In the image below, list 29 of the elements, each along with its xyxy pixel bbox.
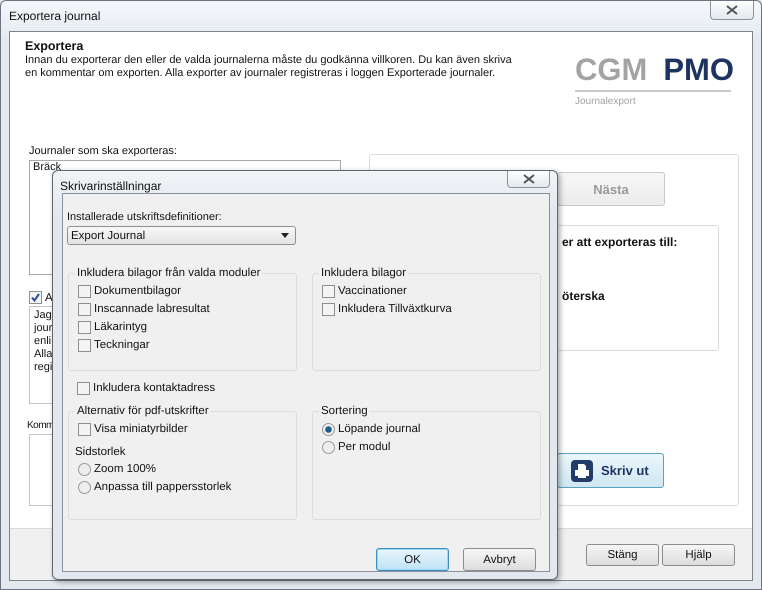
journals-label: Journaler som ska exporteras: [29, 145, 178, 157]
option-label: Vaccinationer [338, 285, 407, 297]
destination-option: öterska [562, 289, 718, 303]
window-title: Exportera journal [8, 8, 100, 23]
page-size-label: Sidstorlek [75, 446, 126, 458]
option-label: Läkarintyg [94, 321, 148, 333]
definitions-label: Installerade utskriftsdefinitioner: [67, 211, 223, 223]
logo-subtitle: Journalexport [575, 96, 637, 107]
option-label: Visa miniatyrbilder [94, 423, 188, 435]
option-label: Dokumentbilagor [94, 285, 181, 297]
option-label: Inscannade labresultat [94, 303, 210, 315]
header-description: Innan du exporterar den eller de valda journalerna måste du godkänna villkoren. Du kan även skriva en kommentar om exporten. Alla exporter av journaler registreras i loggen Exporterade journaler. [25, 54, 513, 80]
dialog-title: Skrivarinställningar [59, 178, 162, 193]
option-label: Inkludera Tillväxtkurva [338, 303, 452, 315]
option-label: Teckningar [94, 339, 150, 351]
logo-text: PMO [663, 52, 734, 88]
group-title: Alternativ för pdf-utskrifter [75, 405, 211, 417]
option-label: Zoom 100% [94, 463, 156, 475]
agreement-label: A [45, 292, 53, 304]
destination-heading: er att exporteras till: [562, 235, 678, 249]
option-label: Anpassa till pappersstorlek [94, 481, 232, 493]
group-title: Inkludera bilagor [319, 267, 408, 279]
group-title: Sortering [319, 405, 370, 417]
logo-text: CGM [575, 52, 648, 88]
option-label: Per modul [338, 441, 390, 453]
option-label: Inkludera kontaktadress [93, 382, 216, 394]
group-title: Inkludera bilagor från valda moduler [75, 267, 262, 279]
option-label: Löpande journal [338, 423, 420, 435]
header-title: Exportera [25, 39, 84, 53]
